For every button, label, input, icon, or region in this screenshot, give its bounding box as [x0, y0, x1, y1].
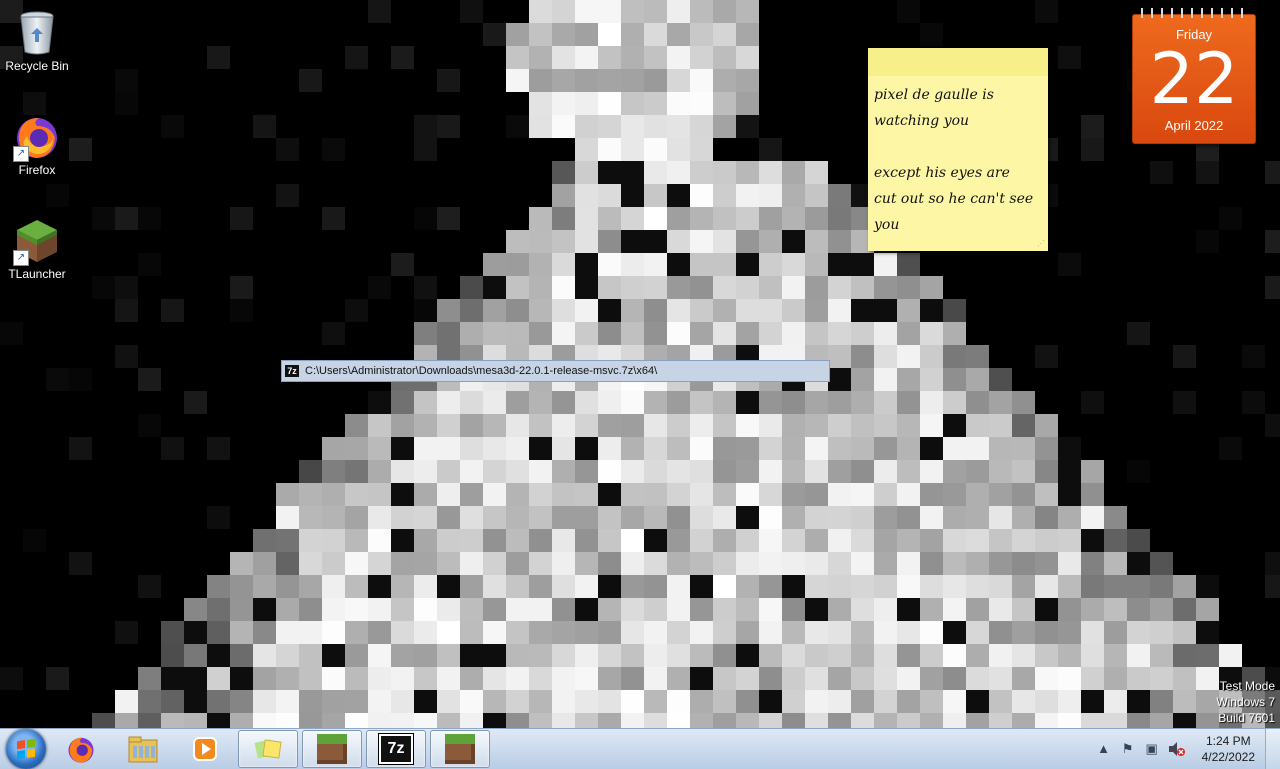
- recycle-bin-icon: [13, 8, 61, 56]
- start-button[interactable]: [6, 729, 46, 769]
- taskbar-7zip[interactable]: 7z: [366, 730, 426, 768]
- action-center-flag-icon[interactable]: ⚑: [1119, 740, 1137, 758]
- folder-icon: [128, 736, 158, 763]
- watermark-line-2: Windows 7: [1216, 695, 1275, 709]
- clock-date: 4/22/2022: [1201, 750, 1255, 764]
- desktop-icon-recycle-bin[interactable]: Recycle Bin: [4, 8, 70, 73]
- shortcut-arrow-icon: ↗: [13, 146, 29, 162]
- clock-time: 1:24 PM: [1205, 734, 1251, 748]
- watermark-line-1: Test Mode: [1219, 679, 1275, 693]
- calendar-day-number: 22: [1149, 38, 1239, 120]
- minecraft-grass-block-icon: [317, 734, 347, 764]
- taskbar-sticky-notes[interactable]: [238, 730, 298, 768]
- sticky-note-header[interactable]: [868, 48, 1048, 76]
- 7zip-icon: 7z: [379, 734, 413, 764]
- firefox-icon: [68, 737, 94, 763]
- taskbar-explorer[interactable]: [114, 730, 172, 768]
- network-icon[interactable]: ▣: [1143, 740, 1161, 758]
- system-tray: ▲ ⚑ ▣ 1:24 PM 4/22/2022: [1092, 729, 1280, 769]
- desktop-icon-label: Recycle Bin: [5, 59, 69, 73]
- minecraft-grass-block-icon: [445, 734, 475, 764]
- taskbar-tlauncher[interactable]: [302, 730, 362, 768]
- windows-start-orb-icon: [17, 738, 35, 760]
- shortcut-arrow-icon: ↗: [13, 250, 29, 266]
- calendar-month-year: April 2022: [1164, 118, 1224, 133]
- desktop-icon-tlauncher[interactable]: ↗ TLauncher: [4, 216, 70, 281]
- taskbar-media-player[interactable]: [176, 730, 234, 768]
- volume-muted-icon[interactable]: [1167, 740, 1185, 758]
- resize-grip-icon[interactable]: ⋰: [1037, 239, 1045, 248]
- watermark-line-3: Build 7601: [1218, 711, 1275, 725]
- archive-path-bar[interactable]: 7z C:\Users\Administrator\Downloads\mesa…: [281, 360, 830, 382]
- sticky-notes-icon: [254, 739, 282, 759]
- show-desktop-button[interactable]: [1265, 729, 1280, 769]
- media-player-icon: [193, 737, 217, 761]
- taskbar-minecraft[interactable]: [430, 730, 490, 768]
- minecraft-grass-block-icon: ↗: [13, 216, 61, 266]
- desktop-icon-firefox[interactable]: ↗ Firefox: [4, 112, 70, 177]
- taskbar-clock[interactable]: 1:24 PM 4/22/2022: [1202, 733, 1255, 765]
- firefox-icon: ↗: [13, 112, 61, 162]
- desktop-icon-label: Firefox: [18, 163, 56, 177]
- sticky-note-text[interactable]: pixel de gaulle is watching you except h…: [868, 76, 1048, 244]
- 7zip-icon: 7z: [285, 365, 299, 377]
- sticky-note[interactable]: pixel de gaulle is watching you except h…: [868, 48, 1048, 251]
- show-hidden-icons-icon[interactable]: ▲: [1095, 740, 1113, 758]
- desktop-icon-label: TLauncher: [8, 267, 66, 281]
- test-mode-watermark: Test Mode Windows 7 Build 7601: [1216, 678, 1275, 726]
- calendar-rings: [1137, 8, 1251, 18]
- archive-path-text: C:\Users\Administrator\Downloads\mesa3d-…: [305, 365, 658, 377]
- taskbar-firefox[interactable]: [52, 730, 110, 768]
- calendar-gadget[interactable]: Friday 22 April 2022: [1132, 8, 1256, 144]
- taskbar: 7z ▲ ⚑ ▣ 1:24 PM 4/22/2022: [0, 728, 1280, 769]
